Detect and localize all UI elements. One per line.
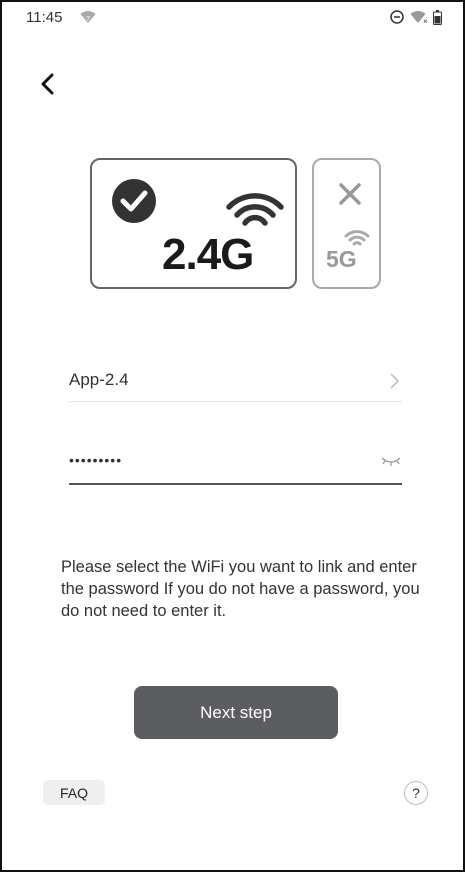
band-2-4g-card: 2.4G [90, 158, 297, 289]
status-time: 11:45 [26, 9, 63, 26]
app-screen: 11:45 ? × 2.4G 5G App-2.4 ••••••••• Plea… [0, 0, 465, 872]
next-step-button[interactable]: Next step [134, 686, 338, 739]
chevron-right-icon [390, 373, 400, 389]
check-circle-icon [112, 179, 156, 223]
faq-button[interactable]: FAQ [43, 780, 105, 805]
wifi-ssid-selector[interactable]: App-2.4 [69, 362, 402, 402]
help-button[interactable]: ? [404, 781, 428, 805]
svg-text:×: × [423, 17, 427, 24]
band-2-4g-label: 2.4G [162, 230, 254, 279]
svg-text:?: ? [86, 16, 90, 23]
chevron-left-icon [41, 73, 54, 95]
wifi-ssid-value: App-2.4 [69, 370, 129, 389]
wifi-icon [344, 230, 370, 246]
battery-icon [433, 10, 442, 30]
close-icon [339, 183, 361, 205]
wifi-icon [226, 193, 284, 226]
back-button[interactable] [38, 70, 62, 98]
wifi-off-icon: × [410, 10, 428, 29]
band-5g-card: 5G [312, 158, 381, 289]
eye-closed-icon[interactable] [380, 456, 402, 468]
wifi-signal-icon: ? [80, 10, 96, 29]
password-value[interactable]: ••••••••• [69, 452, 122, 468]
password-field[interactable]: ••••••••• [69, 442, 402, 485]
status-bar: 11:45 ? × [2, 2, 463, 32]
band-5g-label: 5G [326, 246, 357, 272]
do-not-disturb-icon [390, 10, 404, 29]
instruction-text: Please select the WiFi you want to link … [61, 558, 420, 620]
